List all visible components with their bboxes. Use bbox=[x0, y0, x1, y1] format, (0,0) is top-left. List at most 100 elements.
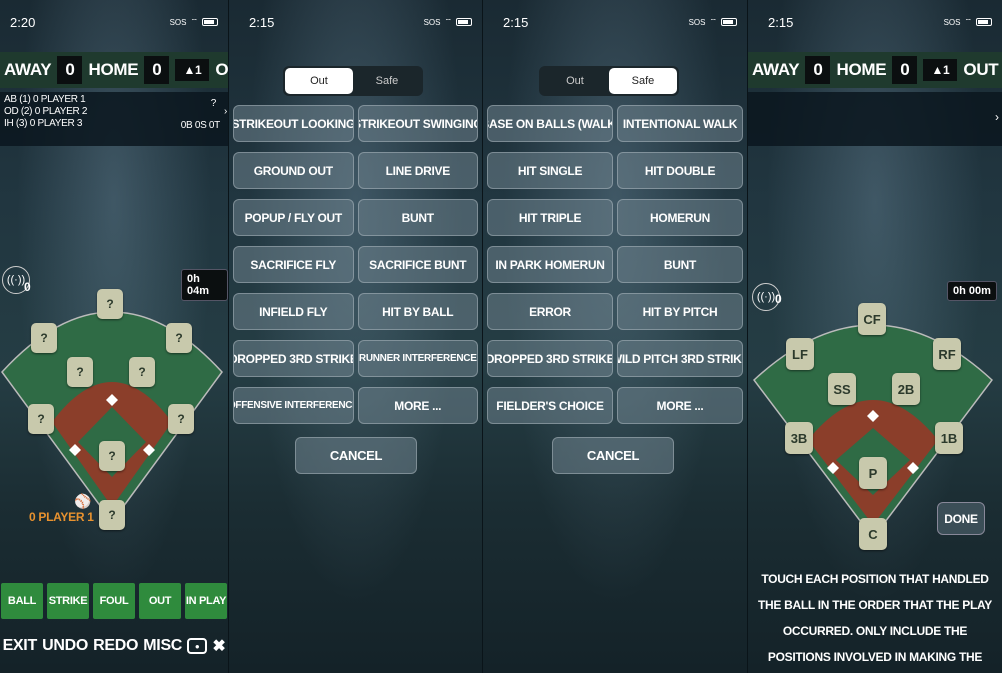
away-score: 0 bbox=[805, 56, 831, 84]
away-label: AWAY bbox=[752, 60, 800, 79]
home-score: 0 bbox=[892, 56, 918, 84]
position-rf[interactable]: RF bbox=[933, 338, 961, 370]
camera-icon[interactable]: ● bbox=[187, 638, 208, 654]
position-p[interactable]: P bbox=[859, 457, 887, 489]
tab-out[interactable]: Out bbox=[541, 68, 609, 94]
lineup-row[interactable]: AB (1) 0 PLAYER 1 bbox=[4, 92, 224, 106]
option-error[interactable]: ERROR bbox=[487, 293, 613, 330]
scoreboard: AWAY 0 HOME 0 ▲1 OUT 0 B S bbox=[748, 52, 1002, 88]
option-runner-interference[interactable]: RUNNER INTERFERENCE bbox=[357, 340, 478, 377]
status-bar: 2:15 SOS ⌔ bbox=[483, 0, 747, 44]
option-homerun[interactable]: HOMERUN bbox=[617, 199, 743, 236]
option-infield-fly[interactable]: INFIELD FLY bbox=[233, 293, 354, 330]
bottom-toolbar: EXIT UNDO REDO MISC ● ✖ bbox=[0, 626, 228, 666]
position-2b[interactable]: ? bbox=[129, 357, 155, 387]
option-hit-double[interactable]: HIT DOUBLE bbox=[617, 152, 743, 189]
safe-options-grid: BASE ON BALLS (WALK) INTENTIONAL WALK HI… bbox=[487, 105, 743, 424]
position-1b[interactable]: 1B bbox=[935, 422, 963, 454]
option-dropped-3rd-strike[interactable]: DROPPED 3RD STRIKE bbox=[487, 340, 613, 377]
option-sacrifice-bunt[interactable]: SACRIFICE BUNT bbox=[357, 246, 478, 283]
option-in-park-homerun[interactable]: IN PARK HOMERUN bbox=[487, 246, 613, 283]
option-dropped-3rd-strike[interactable]: DROPPED 3RD STRIKE bbox=[233, 340, 354, 377]
help-question[interactable]: ? bbox=[211, 98, 217, 110]
option-hit-single[interactable]: HIT SINGLE bbox=[487, 152, 613, 189]
option-intentional-walk[interactable]: INTENTIONAL WALK bbox=[617, 105, 743, 142]
out-options-grid: STRIKEOUT LOOKING STRIKEOUT SWINGING GRO… bbox=[233, 105, 478, 424]
strike-button[interactable]: STRIKE bbox=[47, 583, 89, 619]
option-line-drive[interactable]: LINE DRIVE bbox=[357, 152, 478, 189]
tools-icon[interactable]: ✖ bbox=[212, 636, 225, 656]
sos-label: SOS bbox=[169, 17, 187, 27]
batter-label: 0 PLAYER 1 bbox=[29, 510, 94, 524]
chevron-right-icon[interactable]: › bbox=[224, 106, 227, 118]
option-ground-out[interactable]: GROUND OUT bbox=[233, 152, 354, 189]
lineup-row[interactable]: OD (2) 0 PLAYER 2 bbox=[4, 106, 224, 118]
option-strikeout-swinging[interactable]: STRIKEOUT SWINGING bbox=[357, 105, 478, 142]
instructions-text: TOUCH EACH POSITION THAT HANDLED THE BAL… bbox=[758, 572, 992, 664]
wifi-icon: ⌔ bbox=[964, 17, 972, 26]
scoring-panel: 2:20 SOS⌔ AWAY 0 HOME 0 ▲1 OUT 0 B S AB … bbox=[0, 0, 228, 673]
option-popup-fly-out[interactable]: POPUP / FLY OUT bbox=[233, 199, 354, 236]
ball-button[interactable]: BALL bbox=[1, 583, 43, 619]
cancel-button[interactable]: CANCEL bbox=[295, 437, 417, 474]
position-c[interactable]: ? bbox=[99, 500, 125, 530]
foul-button[interactable]: FOUL bbox=[93, 583, 135, 619]
done-button[interactable]: DONE bbox=[937, 502, 985, 535]
option-hit-by-pitch[interactable]: HIT BY PITCH bbox=[617, 293, 743, 330]
position-lf[interactable]: ? bbox=[31, 323, 57, 353]
wifi-icon: ⌔ bbox=[190, 17, 198, 26]
tab-safe[interactable]: Safe bbox=[353, 68, 421, 94]
status-bar: 2:15 SOS ⌔ bbox=[748, 0, 1002, 44]
position-rf[interactable]: ? bbox=[166, 323, 192, 353]
inning-indicator: ▲1 bbox=[175, 59, 210, 81]
option-hit-by-ball[interactable]: HIT BY BALL bbox=[357, 293, 478, 330]
option-more[interactable]: MORE ... bbox=[617, 387, 743, 424]
out-label: OUT bbox=[215, 60, 228, 79]
inning-indicator: ▲1 bbox=[923, 59, 958, 81]
out-button[interactable]: OUT bbox=[139, 583, 181, 619]
position-3b[interactable]: ? bbox=[28, 404, 54, 434]
position-p[interactable]: ? bbox=[99, 441, 125, 471]
position-ss[interactable]: SS bbox=[828, 373, 856, 405]
away-score: 0 bbox=[57, 56, 83, 84]
position-cf[interactable]: CF bbox=[858, 303, 886, 335]
tab-out[interactable]: Out bbox=[285, 68, 353, 94]
option-more[interactable]: MORE ... bbox=[357, 387, 478, 424]
batter-icon: ⚾ bbox=[74, 493, 92, 509]
misc-button[interactable]: MISC bbox=[143, 637, 182, 655]
position-ss[interactable]: ? bbox=[67, 357, 93, 387]
home-label: HOME bbox=[836, 60, 887, 79]
position-c[interactable]: C bbox=[859, 518, 887, 550]
battery-icon bbox=[976, 18, 992, 26]
status-time: 2:15 bbox=[768, 14, 794, 30]
scoreboard: AWAY 0 HOME 0 ▲1 OUT 0 B S bbox=[0, 52, 228, 88]
sos-label: SOS bbox=[688, 17, 706, 27]
position-cf[interactable]: ? bbox=[97, 289, 123, 319]
redo-button[interactable]: REDO bbox=[93, 637, 138, 655]
option-base-on-balls[interactable]: BASE ON BALLS (WALK) bbox=[487, 105, 613, 142]
position-2b[interactable]: 2B bbox=[892, 373, 920, 405]
sos-label: SOS bbox=[423, 17, 441, 27]
wifi-icon: ⌔ bbox=[444, 17, 452, 26]
lineup-list[interactable]: › bbox=[748, 92, 1002, 146]
option-fielders-choice[interactable]: FIELDER'S CHOICE bbox=[487, 387, 613, 424]
option-offensive-interference[interactable]: OFFENSIVE INTERFERENCE bbox=[233, 387, 354, 424]
chevron-right-icon[interactable]: › bbox=[995, 110, 999, 124]
exit-button[interactable]: EXIT bbox=[3, 637, 38, 655]
lineup-list[interactable]: AB (1) 0 PLAYER 1 OD (2) 0 PLAYER 2 IH (… bbox=[0, 92, 228, 146]
undo-button[interactable]: UNDO bbox=[42, 637, 88, 655]
option-hit-triple[interactable]: HIT TRIPLE bbox=[487, 199, 613, 236]
option-strikeout-looking[interactable]: STRIKEOUT LOOKING bbox=[233, 105, 354, 142]
option-sacrifice-fly[interactable]: SACRIFICE FLY bbox=[233, 246, 354, 283]
position-lf[interactable]: LF bbox=[786, 338, 814, 370]
tab-safe[interactable]: Safe bbox=[609, 68, 677, 94]
home-score: 0 bbox=[144, 56, 170, 84]
out-options-panel: 2:15 SOS ⌔ Out Safe STRIKEOUT LOOKING STR… bbox=[229, 0, 482, 673]
option-wild-pitch-3rd-strike[interactable]: WILD PITCH 3RD STRIKE bbox=[617, 340, 743, 377]
cancel-button[interactable]: CANCEL bbox=[552, 437, 674, 474]
position-1b[interactable]: ? bbox=[168, 404, 194, 434]
in-play-button[interactable]: IN PLAY bbox=[185, 583, 227, 619]
position-3b[interactable]: 3B bbox=[785, 422, 813, 454]
option-bunt[interactable]: BUNT bbox=[357, 199, 478, 236]
option-bunt[interactable]: BUNT bbox=[617, 246, 743, 283]
